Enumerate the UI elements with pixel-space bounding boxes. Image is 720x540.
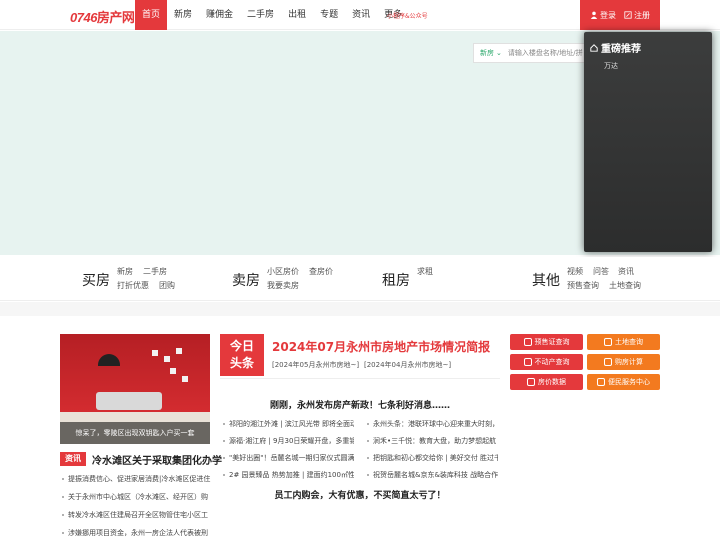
site-logo[interactable]: 0746房产网 (70, 7, 135, 26)
category-link[interactable]: 资讯 (618, 266, 634, 277)
recommend-panel: 重磅推荐 万达 (584, 32, 712, 252)
list-item[interactable]: 关于永州市中心城区（冷水滩区、经开区）购 (60, 488, 212, 506)
search-input[interactable]: 请输入楼盘名称/地址/拼 (508, 48, 583, 58)
service-icon (597, 378, 605, 386)
list-item[interactable]: 涧禾•三千悦：教育大盘，助力梦想起航 (366, 436, 498, 446)
news-list: 提振消费信心、促进家居消费|冷水滩区促进住 关于永州市中心城区（冷水滩区、经开区… (60, 470, 212, 540)
category-link[interactable]: 小区房价 (267, 266, 299, 277)
list-item[interactable]: 转发冷水滩区住建局召开全区物管住宅小区工 (60, 506, 212, 524)
image-frame (164, 356, 170, 362)
calculator-icon (604, 358, 612, 366)
user-icon (590, 11, 598, 19)
image-frame (152, 350, 158, 356)
category-link[interactable]: 预售查询 (567, 280, 599, 291)
nav-item-topics[interactable]: 专题 (313, 0, 345, 30)
image-sofa (96, 392, 162, 410)
category-link[interactable]: 团购 (159, 280, 175, 291)
home-icon (590, 43, 598, 52)
mini-program-link[interactable]: 小程序&公众号 (387, 11, 428, 20)
nav-item-home[interactable]: 首页 (135, 0, 168, 30)
category-link[interactable]: 二手房 (143, 266, 167, 277)
category-link[interactable]: 我要卖房 (267, 280, 299, 291)
section-divider (0, 302, 720, 316)
news-headline[interactable]: 冷水滩区关于采取集团化办学 (92, 452, 222, 467)
today-sub-link[interactable]: [2024年04月永州市房地~] (364, 360, 451, 370)
top-header: 0746房产网 首页 新房 赚佣金 二手房 出租 专题 资讯 更多 小程序&公众… (0, 0, 720, 30)
category-buy-title[interactable]: 买房 (82, 270, 110, 290)
nav-item-second-hand[interactable]: 二手房 (240, 0, 281, 30)
category-link[interactable]: 查房价 (309, 266, 333, 277)
list-item[interactable]: 永州头条：港联环球中心迎来重大时刻， (366, 419, 498, 429)
image-frame (176, 348, 182, 354)
list-item[interactable]: 祝贺岳麓名城&京东&装库科技 战略合作 (366, 470, 498, 480)
category-rent-title[interactable]: 租房 (382, 270, 410, 290)
nav-item-news[interactable]: 资讯 (345, 0, 377, 30)
category-link[interactable]: 打折优惠 (117, 280, 149, 291)
divider (220, 378, 500, 379)
list-item[interactable]: 涉嫌挪用项目资金，永州一房企法人代表被刑 (60, 524, 212, 540)
category-link[interactable]: 视频 (567, 266, 583, 277)
land-query-button[interactable]: 土地查询 (587, 334, 660, 350)
recommend-title: 重磅推荐 (590, 40, 641, 55)
register-button[interactable]: 注册 (624, 10, 650, 21)
search-type-select[interactable]: 新房 ⌄ (474, 48, 508, 58)
edit-icon (624, 11, 632, 19)
feature-image[interactable]: 惊呆了，零陵区出现双钥匙入户买一套 (60, 334, 210, 444)
nav-item-new-house[interactable]: 新房 (167, 0, 199, 30)
property-query-button[interactable]: 不动产查询 (510, 354, 583, 370)
house-icon (523, 358, 532, 366)
list-item[interactable]: 把钥匙和初心都交给你 | 美好交付 胜过千 (366, 453, 498, 463)
service-center-button[interactable]: 便民服务中心 (587, 374, 660, 390)
today-badge: 今日 头条 (220, 334, 264, 376)
feature-caption[interactable]: 惊呆了，零陵区出现双钥匙入户买一套 (60, 422, 210, 444)
today-title[interactable]: 2024年07月永州市房地产市场情况简报 (272, 338, 490, 355)
list-item[interactable]: 2# 园景臻品 热势加推 | 建面约100㎡性价 (222, 470, 354, 480)
land-icon (604, 338, 612, 346)
category-other-title[interactable]: 其他 (532, 270, 560, 290)
category-row: 买房 新房 二手房 打折优惠 团购 卖房 小区房价 查房价 我要卖房 租房 求租… (0, 257, 720, 301)
category-link[interactable]: 求租 (417, 266, 433, 277)
mortgage-calc-button[interactable]: 购房计算 (587, 354, 660, 370)
category-link[interactable]: 土地查询 (609, 280, 641, 291)
login-button[interactable]: 登录 (590, 10, 616, 21)
document-icon (523, 338, 532, 346)
list-item[interactable]: 提振消费信心、促进家居消费|冷水滩区促进住 (60, 470, 212, 488)
list-item[interactable]: 祁阳的湘江外滩 | 滨江风光带 即将全面动 (222, 419, 354, 429)
presale-query-button[interactable]: 预售证查询 (510, 334, 583, 350)
list-item[interactable]: 源福·湘江府 | 9月30日荣耀开盘，多重钜 (222, 436, 354, 446)
auth-bar: 登录 注册 (580, 0, 660, 30)
chevron-down-icon: ⌄ (496, 49, 502, 57)
nav-item-commission[interactable]: 赚佣金 (199, 0, 240, 30)
recommend-item[interactable]: 万达 (604, 61, 618, 71)
category-link[interactable]: 问答 (593, 266, 609, 277)
today-sub-link[interactable]: [2024年05月永州市房地~] (272, 360, 359, 370)
main-nav: 首页 新房 赚佣金 二手房 出租 专题 资讯 更多 (135, 0, 409, 30)
category-link[interactable]: 新房 (117, 266, 133, 277)
list-item[interactable]: "美好出圈"！岳麓名城一期归家仪式圆满 (222, 453, 354, 463)
price-data-button[interactable]: 房价数据 (510, 374, 583, 390)
headline-secondary[interactable]: 员工内购会，大有优惠，不买简直太亏了！ (220, 488, 500, 501)
category-sell-title[interactable]: 卖房 (232, 270, 260, 290)
nav-item-rent[interactable]: 出租 (281, 0, 313, 30)
chart-icon (527, 378, 535, 386)
headline-primary[interactable]: 刚刚，永州发布房产新政！七条利好消息…… (220, 398, 500, 411)
image-frame (170, 368, 176, 374)
image-frame (182, 376, 188, 382)
news-tag: 资讯 (60, 452, 86, 466)
